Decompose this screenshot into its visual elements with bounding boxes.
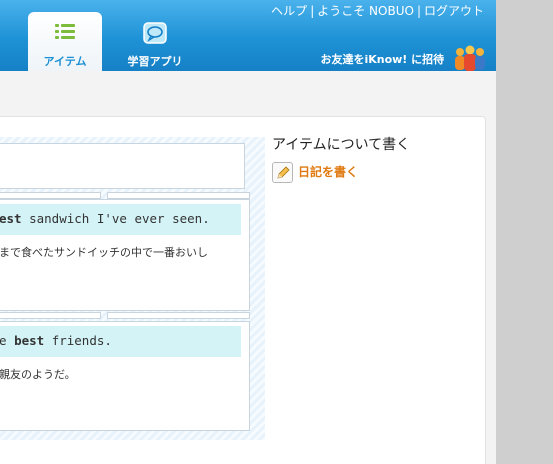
sentence-card: e best friends. 親友のようだ。 bbox=[0, 321, 250, 431]
write-diary-label: 日記を書く bbox=[298, 165, 359, 179]
top-links: ヘルプ | ようこそ NOBUO | ログアウト bbox=[271, 4, 484, 18]
tab-items-label: アイテム bbox=[43, 55, 87, 68]
sentence-translation: まで食べたサンドイッチの中で一番おいし bbox=[0, 246, 208, 259]
sentence-text: est sandwich I've ever seen. bbox=[0, 204, 241, 235]
content-panel: est sandwich I've ever seen. まで食べたサンドイッチ… bbox=[0, 116, 486, 464]
list-icon bbox=[54, 22, 76, 45]
write-diary-link[interactable]: 日記を書く bbox=[272, 162, 358, 183]
pencil-icon bbox=[272, 162, 293, 183]
tab-learning-apps-label: 学習アプリ bbox=[127, 55, 183, 68]
sentence-card: est sandwich I've ever seen. まで食べたサンドイッチ… bbox=[0, 199, 250, 311]
invite-label: お友達をiKnow! に招待 bbox=[320, 53, 445, 66]
tab-items[interactable]: アイテム bbox=[28, 12, 102, 71]
card-divider-tab bbox=[107, 192, 250, 199]
speech-bubble-icon bbox=[143, 22, 167, 47]
item-card bbox=[0, 143, 245, 189]
card-divider-tab bbox=[0, 312, 101, 319]
write-about-item-title: アイテムについて書く bbox=[272, 137, 411, 153]
card-divider-tab bbox=[107, 312, 250, 319]
right-gutter bbox=[496, 0, 553, 464]
help-link[interactable]: ヘルプ bbox=[271, 4, 307, 18]
logout-link[interactable]: ログアウト bbox=[424, 4, 484, 18]
tab-learning-apps[interactable]: 学習アプリ bbox=[118, 12, 192, 71]
people-icon bbox=[452, 44, 488, 74]
main-area: est sandwich I've ever seen. まで食べたサンドイッチ… bbox=[0, 71, 496, 464]
header-bar: ヘルプ | ようこそ NOBUO | ログアウト アイテム 学習アプリ お友達をiK bbox=[0, 0, 496, 71]
card-divider-tab bbox=[0, 192, 101, 199]
sentence-text: e best friends. bbox=[0, 326, 241, 357]
welcome-user-link[interactable]: ようこそ NOBUO bbox=[317, 4, 414, 18]
sentence-translation: 親友のようだ。 bbox=[0, 368, 76, 381]
